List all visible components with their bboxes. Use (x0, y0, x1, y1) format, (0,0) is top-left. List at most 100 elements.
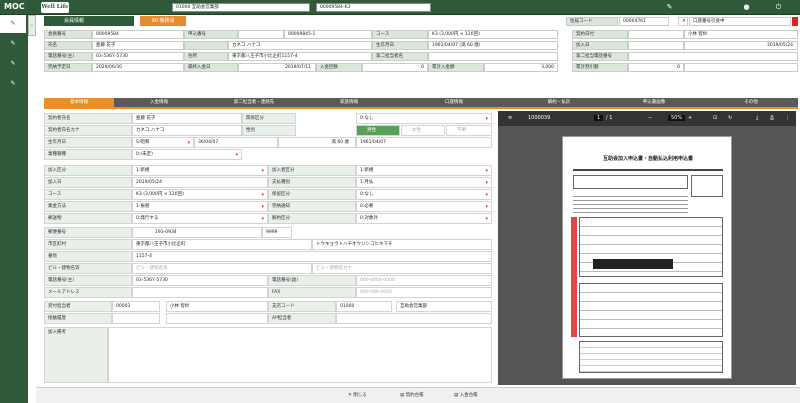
course-label: コース (372, 30, 428, 39)
zoom-in-icon[interactable]: + (688, 115, 692, 121)
edit-icon[interactable]: ✎ (664, 2, 675, 13)
fax-input[interactable]: 000-000-0000 (356, 287, 492, 298)
zip-input[interactable]: 193-0934 (132, 227, 262, 238)
birth-jp-input[interactable]: 36/04/07 (194, 137, 278, 148)
branch-code-input[interactable]: 01000 (336, 301, 392, 312)
tab-application-image[interactable]: 申込書画像 (604, 98, 704, 107)
pdf-page: 互助会加入申込書・自動払込利用申込書 (562, 136, 732, 379)
gender-label: 性別 (242, 125, 296, 136)
join-date-input[interactable]: 2019/05/24 (132, 177, 268, 188)
top-bar: MOC Well Life 01000 互助会営業部 00009584-K3 ✎… (0, 0, 800, 15)
address-label: 住所 (184, 52, 228, 61)
deposit-ledger-button[interactable]: ▤ 入金台帳 (454, 391, 504, 401)
contract-search-input[interactable]: 00009584-K3 (316, 3, 431, 12)
contractor-name-label: 契約者氏名 (44, 113, 132, 124)
agent-code-input[interactable]: 00003 (112, 301, 160, 312)
notice-select[interactable]: 0:必要 (356, 201, 492, 212)
tab-family-info[interactable]: 家族情報 (304, 98, 394, 107)
last-deposit-label: 最終入金日 (184, 63, 238, 72)
course-select[interactable]: K3 (3,000円 × 120回) (132, 189, 268, 200)
join-reason-select[interactable]: 1:新規 (356, 165, 492, 176)
total-deposit-value: 3,000 (484, 63, 558, 72)
pay-method-select[interactable]: 1:振替 (132, 201, 268, 212)
pdf-text-lines (573, 193, 688, 213)
kana-label (184, 41, 228, 50)
sidebar: ✎ ✎ ✎ ✎ (0, 15, 28, 403)
close-button[interactable]: ✕ 閉じる (348, 391, 394, 401)
mail-label: 郵送物 (44, 213, 132, 224)
tab-account-info[interactable]: 口座情報 (394, 98, 514, 107)
deposit-count-value: 0 (362, 63, 428, 72)
fit-page-icon[interactable]: ⊡ (713, 115, 717, 121)
rotate-icon[interactable]: ↻ (728, 115, 732, 121)
tab-cancellation[interactable]: 解約・払戻 (514, 98, 604, 107)
sidebar-item-edit-4[interactable]: ✎ (0, 75, 26, 93)
company-select[interactable]: 01000 互助会営業部 (172, 3, 310, 12)
mail-address-input[interactable] (132, 287, 268, 298)
zip-extra[interactable]: 9999 (262, 227, 292, 238)
tel-input[interactable]: 03-5367-5730 (132, 275, 268, 286)
ap-input[interactable] (336, 313, 492, 324)
user-icon[interactable]: ● (741, 2, 752, 13)
visit-label: 接触履歴 (44, 313, 112, 324)
welllife-logo: Well Life (41, 2, 69, 13)
pay-type-select[interactable]: 1:月払 (356, 177, 492, 188)
address-value: 東京都八王子市小比企町1157-4 (228, 52, 372, 61)
more-icon[interactable]: ⋮ (785, 115, 790, 121)
mail-select[interactable]: 0:発行する (132, 213, 268, 224)
fax-label: FAX (268, 287, 356, 298)
pref-kana-input[interactable]: トウキョウトハチオウジシコヒキマチ (312, 239, 492, 250)
job-select[interactable]: 0:(未定) (132, 149, 242, 160)
download-icon[interactable]: ⤓ (756, 115, 758, 121)
print-icon[interactable]: ⎙ (770, 115, 774, 121)
pay-type-label: 支払種別 (268, 177, 356, 188)
contract-ledger-label: 契約台帳 (405, 393, 424, 398)
pdf-form-table-3 (579, 341, 723, 373)
tab-other[interactable]: その他 (704, 98, 798, 107)
insurance-select[interactable]: 0:なし (356, 189, 492, 200)
gender-male-radio[interactable]: 男性 (356, 125, 400, 136)
contractor-name-input[interactable]: 亜藤 花子 (132, 113, 242, 124)
second-contact-value (428, 52, 558, 61)
join-type-select[interactable]: 1:新規 (132, 165, 268, 176)
visit-name (166, 313, 268, 324)
addr-input[interactable]: 1157-4 (132, 251, 492, 262)
sidebar-item-edit-2[interactable]: ✎ (0, 35, 26, 53)
deposit-count-label: 入金回数 (316, 63, 362, 72)
memo-textarea[interactable] (108, 327, 492, 383)
total-discount-label: 累計割引額 (572, 63, 628, 72)
sidebar-toggle-button[interactable]: › (28, 15, 36, 36)
sidebar-item-edit-1[interactable]: ✎ (0, 15, 26, 33)
flag-checkbox[interactable]: ✕ (678, 17, 688, 26)
gender-female-radio[interactable]: 女性 (401, 125, 445, 136)
zoom-level[interactable]: 50% (668, 115, 686, 121)
bldg-kana-input[interactable]: ビル・建物名カナ (312, 263, 492, 274)
sidebar-item-edit-3[interactable]: ✎ (0, 55, 26, 73)
power-icon[interactable]: ⏻ (773, 2, 784, 13)
visit-input[interactable] (112, 313, 160, 324)
tel2-input[interactable]: 000-0000-0000 (356, 275, 492, 286)
join-type-label: 加入区分 (44, 165, 132, 176)
birth-date-input[interactable]: 1961/04/07 (356, 137, 492, 148)
footer-bar: ✕ 閉じる ▤ 契約台帳 ▤ 入金台帳 (36, 387, 800, 403)
tab-basic-info[interactable]: 基本情報 (44, 98, 114, 107)
ap-label: AP担当者 (268, 313, 336, 324)
pref-input[interactable]: 東京都八王子市小比企町 (132, 239, 312, 250)
bldg-input[interactable]: ビル・建物名等 (132, 263, 312, 274)
tab-deposit-info[interactable]: 入金情報 (114, 98, 204, 107)
zoom-out-icon[interactable]: − (648, 115, 652, 121)
gender-unknown-radio[interactable]: 不明 (446, 125, 492, 136)
related-select[interactable]: 0:なし (356, 113, 492, 124)
era-select[interactable]: S:昭和 (132, 137, 194, 148)
pdf-stamp-box (691, 175, 723, 197)
course-form-label: コース (44, 189, 132, 200)
agent-name: 小林 智紗 (166, 301, 268, 312)
tab-second-contact[interactable]: 第二担当者・連絡先 (204, 98, 304, 107)
pdf-redacted-box (593, 259, 673, 269)
grade-select[interactable]: 0:対象外 (356, 213, 492, 224)
menu-icon[interactable]: ≡ (508, 115, 512, 121)
contractor-kana-input[interactable]: カネコ ハナコ (132, 125, 242, 136)
join-date-spacer (628, 41, 684, 50)
pdf-page-input[interactable]: 1 (594, 115, 604, 121)
contract-ledger-button[interactable]: ▤ 契約台帳 (400, 391, 450, 401)
